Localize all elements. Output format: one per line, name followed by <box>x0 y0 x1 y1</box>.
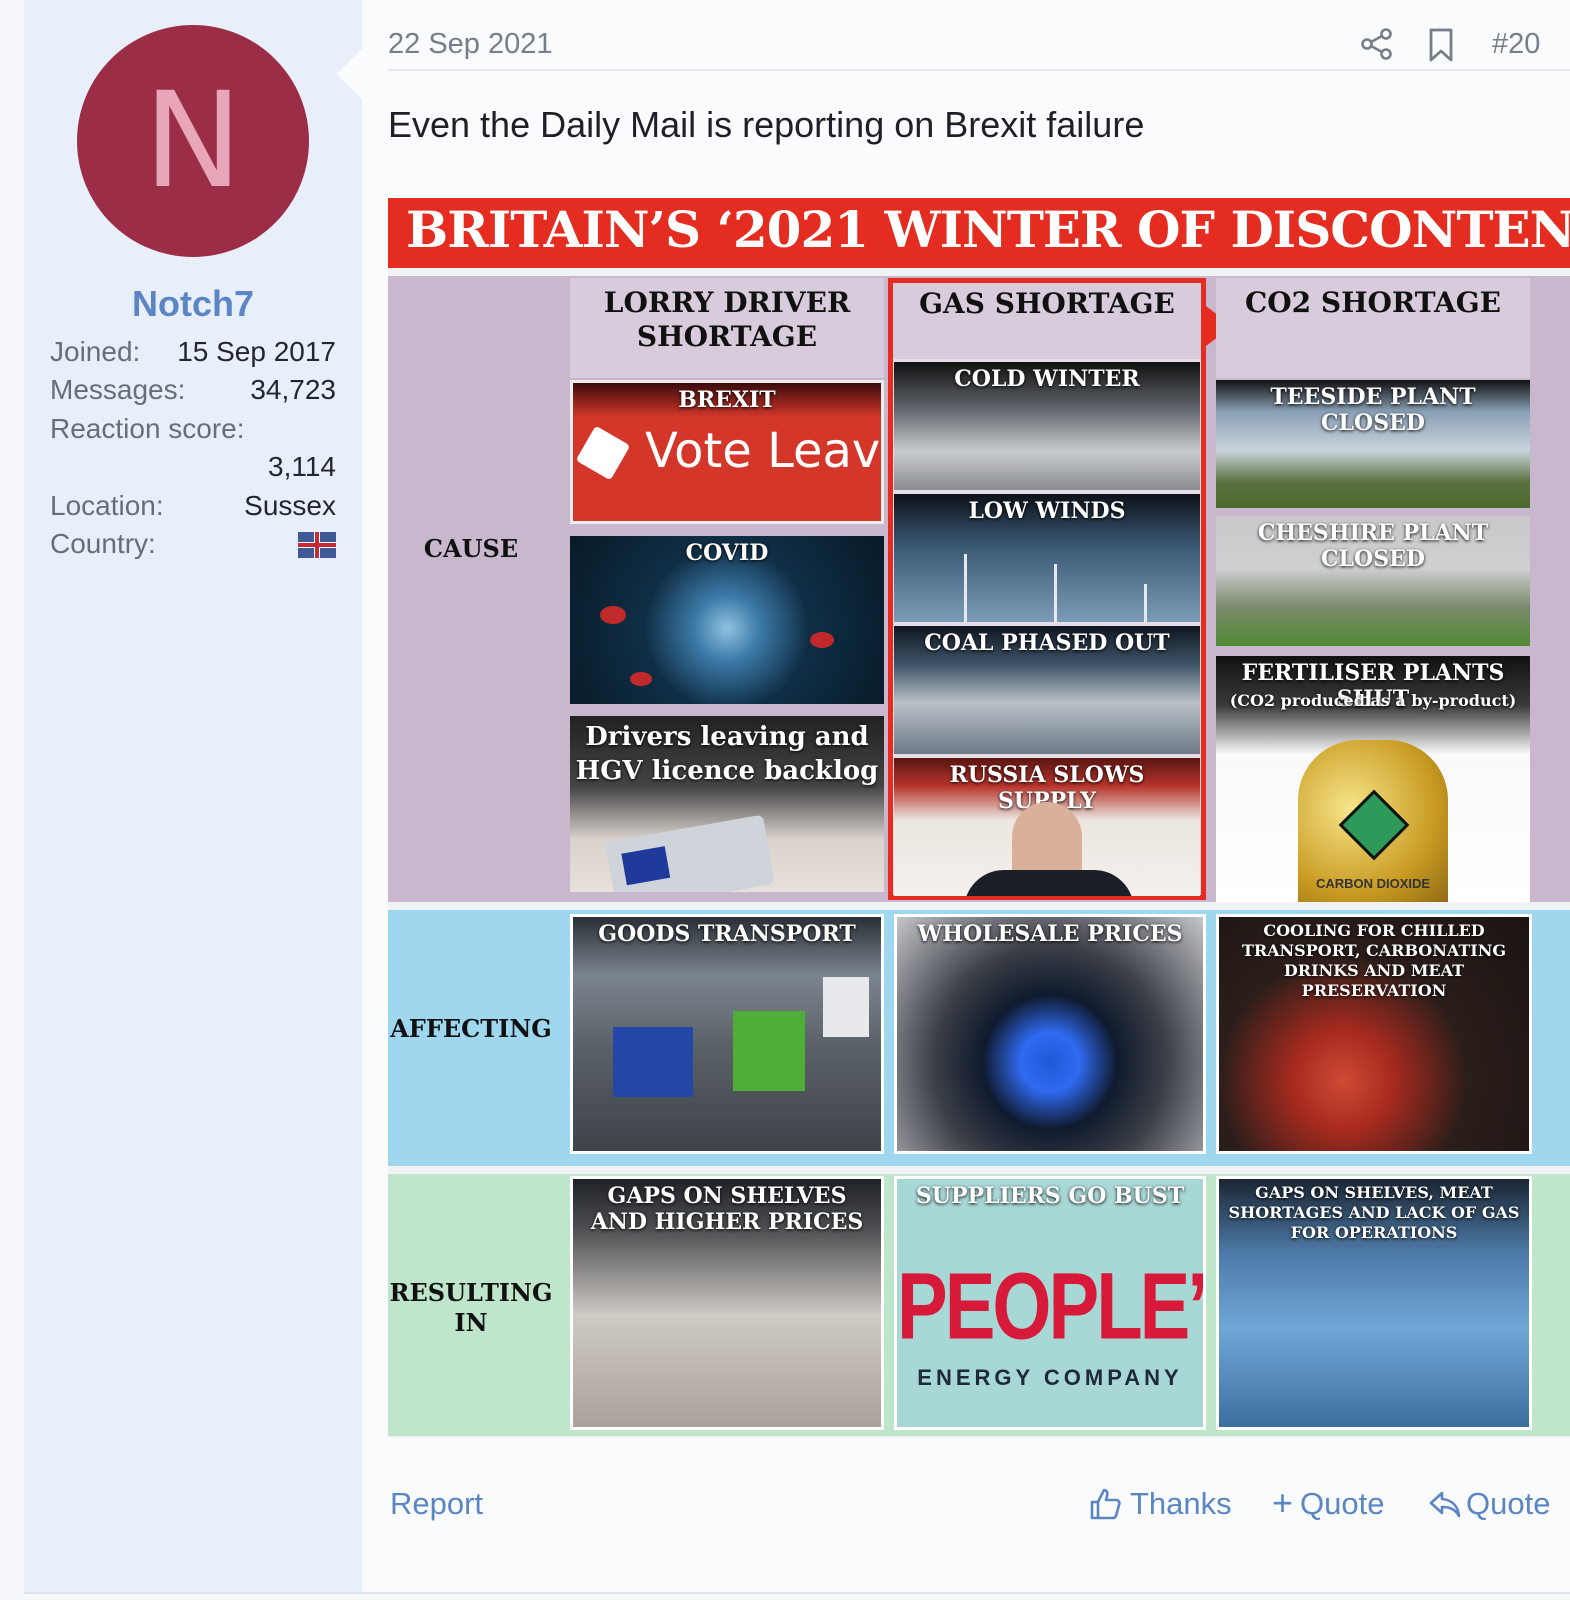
thanks-label: Thanks <box>1130 1486 1232 1521</box>
caption-goods-transport: GOODS TRANSPORT <box>598 921 856 947</box>
post-content: 22 Sep 2021 #20 Even the Daily Mail is r… <box>388 0 1570 1592</box>
quote-label: Quote <box>1300 1486 1385 1521</box>
wind-turbine-icon <box>1144 584 1147 622</box>
result-suppliers-go-bust: SUPPLIERS GO BUST PEOPLE’s ENERGY COMPAN… <box>894 1176 1206 1430</box>
infographic-title: BRITAIN’S ‘2021 WINTER OF DISCONTENT’ <box>406 200 1570 259</box>
cause-fertiliser: FERTILISER PLANTS SHUT (CO2 produced as … <box>1216 656 1530 902</box>
infographic-image[interactable]: BRITAIN’S ‘2021 WINTER OF DISCONTENT’ CA… <box>388 198 1570 1438</box>
result-gaps-on-shelves: GAPS ON SHELVES AND HIGHER PRICES <box>570 1176 884 1430</box>
row-label-resulting: RESULTING IN <box>389 1278 553 1337</box>
share-icon[interactable] <box>1360 27 1394 61</box>
reply-quote-label: Quote <box>1466 1486 1551 1521</box>
affecting-wholesale-prices: WHOLESALE PRICES <box>894 914 1206 1154</box>
avatar[interactable]: N <box>77 25 309 257</box>
location-label: Location: <box>50 490 164 521</box>
messages-value[interactable]: 34,723 <box>250 374 336 406</box>
row-label-cause: CAUSE <box>423 534 519 563</box>
cause-covid: COVID <box>570 536 884 704</box>
reaction-label: Reaction score: <box>50 413 245 444</box>
result-meat-shortages: GAPS ON SHELVES, MEAT SHORTAGES AND LACK… <box>1216 1176 1532 1430</box>
messages-label: Messages: <box>50 374 186 405</box>
post-date[interactable]: 22 Sep 2021 <box>388 28 552 61</box>
caption-wholesale-prices: WHOLESALE PRICES <box>917 921 1183 947</box>
licence-card-icon <box>605 814 775 892</box>
heading-gas: GAS SHORTAGE <box>893 283 1201 359</box>
thumbs-up-icon <box>1090 1488 1121 1520</box>
country-row: Country: <box>50 528 336 564</box>
truck-icon <box>613 1027 693 1097</box>
caption-low-winds: LOW WINDS <box>968 498 1126 524</box>
avatar-letter: N <box>143 64 243 218</box>
affecting-goods-transport: GOODS TRANSPORT <box>570 914 884 1154</box>
location-row: Location: Sussex <box>50 490 336 526</box>
joined-value: 15 Sep 2017 <box>177 336 336 367</box>
uk-flag-icon <box>298 532 336 558</box>
caption-cheshire: CHESHIRE PLANT CLOSED <box>1257 520 1489 572</box>
cause-teeside: TEESIDE PLANT CLOSED <box>1216 380 1530 508</box>
peoples-energy-logo: PEOPLE’s <box>897 1253 1203 1360</box>
caption-cold-winter: COLD WINTER <box>954 366 1140 392</box>
heading-lorry: LORRY DRIVER SHORTAGE <box>570 278 884 378</box>
peoples-energy-sub: ENERGY COMPANY <box>917 1365 1183 1390</box>
caption-brexit: BREXIT <box>678 387 776 413</box>
header-divider <box>388 69 1570 71</box>
caption-fertiliser-note: (CO2 produced as a by-product) <box>1229 691 1517 710</box>
username-link[interactable]: Notch7 <box>24 283 362 325</box>
cause-brexit: BREXIT Vote Leave <box>570 380 884 524</box>
infographic-banner: BRITAIN’S ‘2021 WINTER OF DISCONTENT’ <box>388 198 1570 268</box>
reply-quote-button[interactable]: Quote <box>1428 1484 1570 1524</box>
blood-cell-icon <box>600 606 626 624</box>
gas-cylinder-icon: CARBON DIOXIDE <box>1298 740 1448 902</box>
blood-cell-icon <box>630 672 652 686</box>
cause-cold-winter: COLD WINTER <box>894 362 1200 490</box>
post-message: Even the Daily Mail is reporting on Brex… <box>388 104 1145 145</box>
cause-cheshire: CHESHIRE PLANT CLOSED <box>1216 516 1530 646</box>
reply-icon <box>1429 1491 1461 1518</box>
caption-covid: COVID <box>685 540 769 566</box>
row-label-affecting: AFFECTING <box>390 1014 552 1043</box>
messages-row: Messages: 34,723 <box>50 374 336 410</box>
caption-meat-shortages: GAPS ON SHELVES, MEAT SHORTAGES AND LACK… <box>1228 1183 1520 1242</box>
caption-cooling: COOLING FOR CHILLED TRANSPORT, CARBONATI… <box>1241 921 1507 1000</box>
cause-low-winds: LOW WINDS <box>894 494 1200 622</box>
location-value[interactable]: Sussex <box>244 490 336 522</box>
caption-suppliers-go-bust: SUPPLIERS GO BUST <box>915 1183 1185 1209</box>
caption-drivers-leaving: Drivers leaving and HGV licence backlog <box>575 722 879 786</box>
cause-drivers-leaving: Drivers leaving and HGV licence backlog <box>570 716 884 892</box>
user-pane: N Notch7 Joined: 15 Sep 2017 Messages: 3… <box>24 0 362 1592</box>
plus-icon: + <box>1272 1482 1294 1523</box>
caption-gaps-on-shelves: GAPS ON SHELVES AND HIGHER PRICES <box>590 1183 864 1235</box>
joined-label: Joined: <box>50 336 141 367</box>
vote-leave-text: Vote Leave <box>645 423 884 479</box>
heading-co2: CO2 SHORTAGE <box>1216 278 1530 378</box>
reaction-value: 3,114 <box>268 451 336 482</box>
truck-icon <box>823 977 869 1037</box>
message-post: N Notch7 Joined: 15 Sep 2017 Messages: 3… <box>24 0 1570 1594</box>
suit-icon <box>964 870 1134 896</box>
caption-coal-phased-out: COAL PHASED OUT <box>924 630 1170 656</box>
cause-russia: RUSSIA SLOWS SUPPLY <box>894 758 1200 896</box>
post-number-link[interactable]: #20 <box>1492 28 1540 61</box>
reaction-value-row: 3,114 <box>50 451 336 487</box>
joined-row: Joined: 15 Sep 2017 <box>50 336 336 372</box>
wind-turbine-icon <box>1054 564 1057 622</box>
bookmark-icon[interactable] <box>1426 27 1456 63</box>
reaction-row: Reaction score: <box>50 413 336 449</box>
country-label: Country: <box>50 528 156 559</box>
carbon-dioxide-label: CARBON DIOXIDE <box>1315 876 1431 891</box>
caption-teeside: TEESIDE PLANT CLOSED <box>1270 384 1476 436</box>
wind-turbine-icon <box>964 554 967 622</box>
affecting-cooling: COOLING FOR CHILLED TRANSPORT, CARBONATI… <box>1216 914 1532 1154</box>
report-link[interactable]: Report <box>390 1486 483 1522</box>
truck-icon <box>733 1011 805 1091</box>
blood-cell-icon <box>810 632 834 648</box>
vote-leave-logo-icon <box>575 425 631 481</box>
cause-coal-phased-out: COAL PHASED OUT <box>894 626 1200 754</box>
